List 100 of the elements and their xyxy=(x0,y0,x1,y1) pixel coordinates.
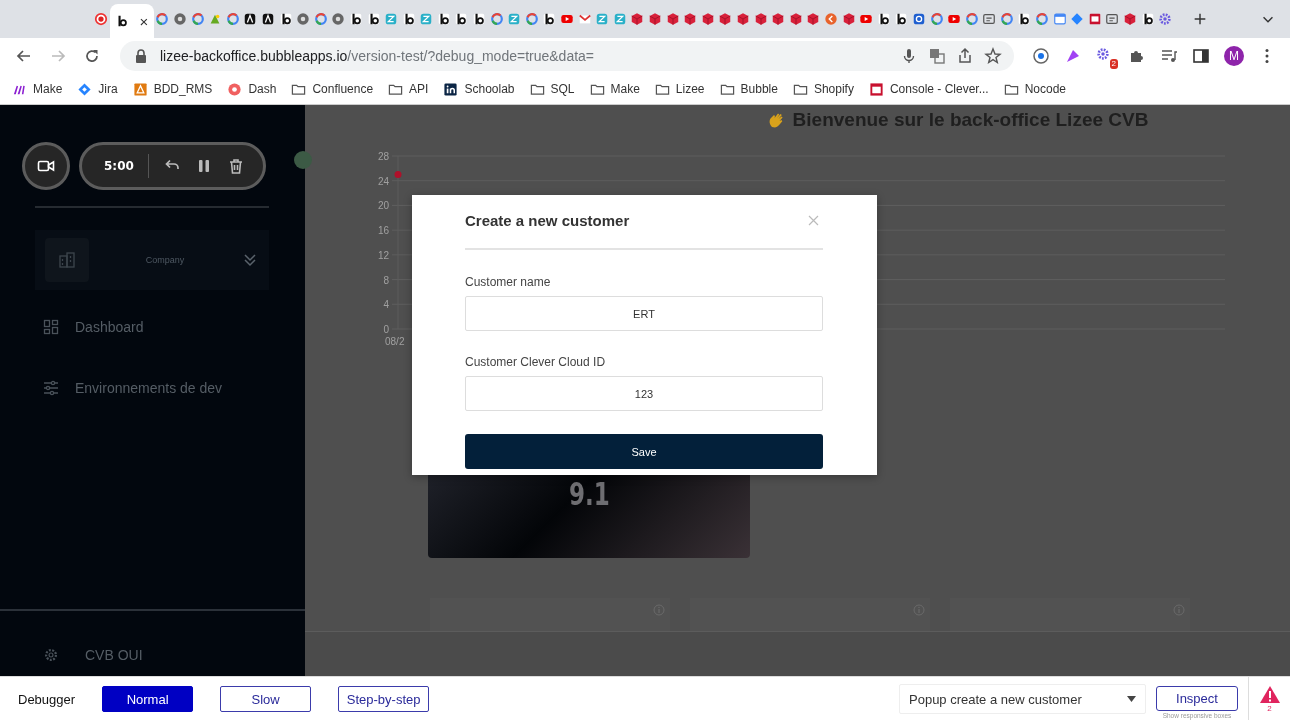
site-icon xyxy=(260,12,275,26)
site-icon xyxy=(1096,47,1110,61)
account-name: CVB OUI xyxy=(85,647,143,663)
mode-button[interactable]: Normal xyxy=(102,686,194,712)
url-text: lizee-backoffice.bubbleapps.io/version-test/?debug_mode=true&data= xyxy=(160,48,595,64)
site-icon xyxy=(947,12,962,26)
site-icon xyxy=(243,12,258,26)
site-icon xyxy=(718,12,733,26)
site-icon xyxy=(1035,12,1050,26)
site-icon xyxy=(454,12,469,26)
site-icon xyxy=(841,12,856,26)
site-icon xyxy=(173,12,187,26)
extension-icon[interactable] xyxy=(1064,47,1082,65)
site-icon xyxy=(595,12,610,26)
site-icon xyxy=(225,12,240,26)
star-icon[interactable] xyxy=(984,47,1002,65)
bookmark[interactable]: Confluence xyxy=(291,81,374,97)
bookmark[interactable]: Lizee xyxy=(654,81,705,97)
site-icon xyxy=(929,12,944,26)
site-icon xyxy=(577,12,592,26)
site-icon xyxy=(313,12,328,26)
site-icon xyxy=(278,12,293,26)
extension-badge: 2 xyxy=(1109,59,1118,69)
site-icon xyxy=(1087,12,1102,26)
score-value: 9.1 xyxy=(568,475,610,513)
site-icon xyxy=(964,12,979,26)
site-icon xyxy=(472,12,487,26)
media-icon[interactable] xyxy=(1160,47,1178,65)
bookmark[interactable]: Bubble xyxy=(719,81,778,97)
site-icon xyxy=(1052,12,1067,26)
site-icon xyxy=(542,12,557,26)
caret-icon xyxy=(1127,696,1136,702)
bookmark[interactable]: Make xyxy=(589,81,640,97)
recording-timer: 5:00 xyxy=(104,159,134,173)
bookmark[interactable]: Make xyxy=(12,81,63,97)
bookmark[interactable]: Schoolab xyxy=(443,81,515,97)
axis-tick-label: 8 xyxy=(383,274,389,286)
settings-icon[interactable] xyxy=(43,647,59,663)
bookmark[interactable]: SQL xyxy=(529,81,575,97)
double-chevron-icon xyxy=(241,251,259,269)
bookmark[interactable]: Nocode xyxy=(1003,81,1067,97)
axis-tick-label: 0 xyxy=(383,324,389,335)
axis-tick-label: 08/2 xyxy=(385,336,405,347)
site-icon xyxy=(982,12,997,26)
bookmark-icon xyxy=(227,81,243,97)
warning-count: 2 xyxy=(1267,704,1272,713)
element-dropdown[interactable]: Popup create a new customer xyxy=(899,684,1146,714)
bookmark[interactable]: API xyxy=(388,81,429,97)
site-icon xyxy=(436,12,451,26)
bookmark[interactable]: Jira xyxy=(77,81,118,97)
collapse-toggle-icon[interactable] xyxy=(294,151,312,169)
site-icon xyxy=(1158,12,1173,26)
bookmark-icon xyxy=(443,81,459,97)
modal-title: Create a new customer xyxy=(465,211,630,229)
bookmark[interactable]: BDD_RMS xyxy=(132,81,213,97)
site-icon xyxy=(331,12,346,26)
reload-icon[interactable] xyxy=(83,47,101,65)
debugger-label: Debugger xyxy=(18,691,76,707)
site-icon xyxy=(93,12,108,26)
mode-button[interactable]: Step-by-step xyxy=(338,686,430,712)
site-icon xyxy=(366,12,381,26)
bookmark-icon xyxy=(132,81,148,97)
site-icon xyxy=(771,12,786,26)
site-icon xyxy=(612,12,627,26)
profile-avatar[interactable]: M xyxy=(1224,46,1244,66)
save-button[interactable]: Save xyxy=(465,434,823,469)
site-icon xyxy=(788,12,803,26)
site-icon xyxy=(894,12,909,26)
company-label: Company xyxy=(144,255,186,265)
bookmark[interactable]: Console - Clever... xyxy=(868,81,989,97)
browser-tab[interactable]: × xyxy=(109,4,154,38)
site-icon xyxy=(401,12,416,26)
axis-tick-label: 24 xyxy=(377,175,389,187)
bookmark[interactable]: Shopify xyxy=(792,81,854,97)
share-icon[interactable] xyxy=(956,47,974,65)
bookmark-icon xyxy=(77,81,93,97)
site-icon xyxy=(1123,12,1138,26)
grid-icon xyxy=(43,319,59,335)
translate-icon[interactable] xyxy=(928,47,946,65)
site-icon xyxy=(736,12,750,26)
site-icon xyxy=(648,12,662,26)
site-icon xyxy=(1070,12,1085,26)
site-icon xyxy=(190,12,205,26)
input-field[interactable]: ERT xyxy=(465,296,823,331)
axis-tick-label: 28 xyxy=(377,151,389,162)
data-point xyxy=(394,171,402,179)
address-bar[interactable]: lizee-backoffice.bubbleapps.io/version-test/?debug_mode=true&data= xyxy=(120,41,1014,71)
inspect-button[interactable]: Inspect xyxy=(1156,685,1238,711)
sliders-icon xyxy=(43,380,59,396)
site-icon xyxy=(1140,12,1155,26)
site-icon xyxy=(630,12,645,26)
warning-icon[interactable] xyxy=(1258,685,1281,704)
extension-icon[interactable] xyxy=(1032,47,1050,65)
site-icon xyxy=(911,12,926,26)
side-panel-icon[interactable] xyxy=(1192,47,1210,65)
camera-button[interactable] xyxy=(22,142,70,190)
mode-button[interactable]: Slow xyxy=(220,686,312,712)
site-icon xyxy=(560,12,575,26)
input-field[interactable]: 123 xyxy=(465,376,823,411)
bookmark[interactable]: Dash xyxy=(227,81,277,97)
